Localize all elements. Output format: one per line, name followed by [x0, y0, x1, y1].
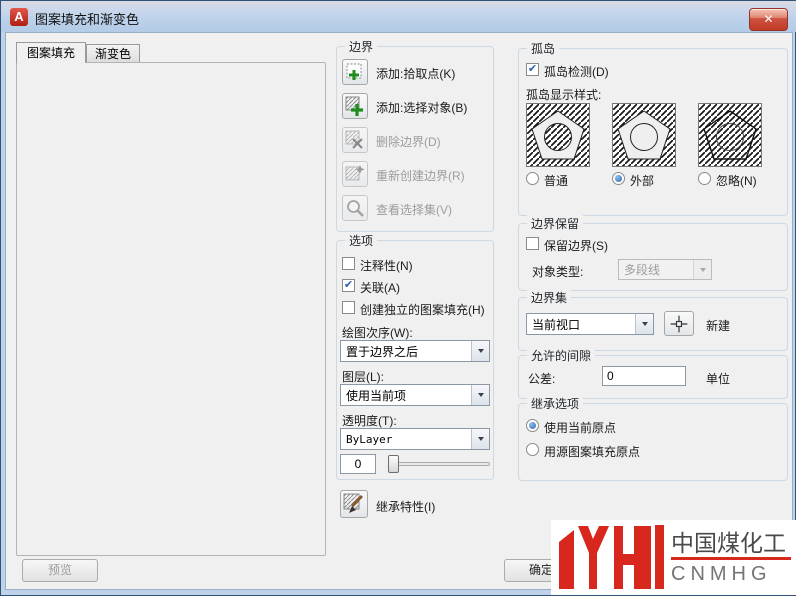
close-button[interactable]: ✕ — [749, 8, 788, 31]
select-objects-icon — [345, 96, 363, 116]
transparency-amount-input[interactable] — [340, 454, 376, 474]
island-style-ignore-image[interactable] — [698, 103, 762, 167]
group-options-legend: 选项 — [345, 232, 378, 249]
draw-order-value: 置于边界之后 — [346, 344, 419, 359]
transparency-label: 透明度(T): — [342, 414, 397, 428]
inherit-use-source-origin-radio[interactable] — [526, 443, 539, 456]
annotative-checkbox[interactable] — [342, 257, 355, 270]
chevron-down-icon — [471, 429, 489, 449]
group-inherit-options-legend: 继承选项 — [527, 395, 584, 412]
tab-gradient[interactable]: 渐变色 — [86, 44, 140, 63]
group-islands-legend: 孤岛 — [527, 40, 560, 57]
transparency-slider-thumb[interactable] — [388, 455, 399, 473]
add-select-objects-label: 添加:选择对象(B) — [376, 101, 468, 115]
new-boundary-set-button[interactable] — [664, 311, 694, 336]
dialog-client-area: 图案填充 渐变色 类型和图案 类型(Y): 预定义 图案(P): ANSI31 … — [5, 32, 793, 590]
island-style-normal-image[interactable] — [526, 103, 590, 167]
remove-boundaries-label: 删除边界(D) — [376, 135, 441, 149]
draw-order-label: 绘图次序(W): — [342, 326, 413, 340]
boundary-set-combobox[interactable]: 当前视口 — [526, 313, 654, 335]
group-boundaries-legend: 边界 — [345, 38, 378, 55]
annotative-label: 注释性(N) — [360, 259, 413, 273]
view-selections-label: 查看选择集(V) — [376, 203, 452, 217]
window-frame: A 图案填充和渐变色 ✕ 图案填充 渐变色 类型和图案 类型(Y): 预定义 图… — [0, 0, 796, 596]
tab-hatch[interactable]: 图案填充 — [16, 42, 86, 63]
separate-hatches-label: 创建独立的图案填充(H) — [360, 303, 485, 317]
recreate-boundary-button — [342, 161, 368, 187]
group-boundary-retention-legend: 边界保留 — [527, 215, 584, 232]
group-inherit-options: 继承选项 — [518, 395, 788, 481]
recreate-boundary-label: 重新创建边界(R) — [376, 169, 465, 183]
retain-boundaries-checkbox[interactable] — [526, 237, 539, 250]
inherit-properties-label: 继承特性(I) — [376, 500, 436, 514]
island-style-outer-image[interactable] — [612, 103, 676, 167]
watermark-brand-text: 中国煤化工 — [671, 530, 786, 556]
inherit-properties-icon — [343, 493, 364, 513]
watermark-sub-text: CNMHG — [671, 563, 772, 585]
title-bar: A 图案填充和渐变色 ✕ — [1, 1, 796, 32]
units-label: 单位 — [706, 372, 731, 386]
associative-checkbox[interactable]: ✔ — [342, 279, 355, 292]
remove-boundary-icon — [345, 130, 363, 149]
layer-combobox[interactable]: 使用当前项 — [340, 384, 490, 406]
magnifier-icon — [347, 200, 364, 217]
remove-boundaries-button — [342, 127, 368, 153]
island-outer-radio[interactable] — [612, 172, 625, 185]
draw-order-combobox[interactable]: 置于边界之后 — [340, 340, 490, 362]
inherit-use-source-origin-label: 用源图案填充原点 — [544, 445, 641, 459]
associative-label: 关联(A) — [360, 281, 400, 295]
inherit-use-current-origin-radio[interactable] — [526, 419, 539, 432]
object-type-label: 对象类型: — [532, 265, 584, 279]
boundary-set-value: 当前视口 — [532, 317, 581, 332]
island-detection-checkbox[interactable]: ✔ — [526, 63, 539, 76]
island-normal-label: 普通 — [544, 174, 569, 188]
island-ignore-label: 忽略(N) — [716, 174, 757, 188]
view-selections-button — [342, 195, 368, 221]
layer-label: 图层(L): — [342, 370, 385, 384]
tolerance-label: 公差: — [528, 372, 556, 386]
chevron-down-icon — [693, 260, 711, 279]
mh-logo-icon — [559, 526, 651, 589]
inherit-properties-button[interactable] — [340, 490, 368, 518]
group-gap-tolerance-legend: 允许的间隙 — [527, 347, 596, 364]
island-style-label: 孤岛显示样式: — [526, 88, 602, 102]
object-type-combobox: 多段线 — [618, 259, 712, 280]
window-title: 图案填充和渐变色 — [35, 12, 140, 27]
chevron-down-icon — [471, 385, 489, 405]
island-detection-label: 孤岛检测(D) — [544, 65, 609, 79]
hatch-gradient-dialog: A 图案填充和渐变色 ✕ 图案填充 渐变色 类型和图案 类型(Y): 预定义 图… — [0, 0, 796, 596]
chevron-down-icon — [471, 341, 489, 361]
add-pick-points-button[interactable] — [342, 59, 368, 85]
island-outer-label: 外部 — [630, 174, 655, 188]
add-pick-points-label: 添加:拾取点(K) — [376, 67, 456, 81]
watermark-underline — [671, 557, 791, 560]
island-normal-radio[interactable] — [526, 172, 539, 185]
watermark-logo: 中国煤化工 CNMHG — [551, 520, 796, 595]
new-boundary-set-label: 新建 — [706, 319, 731, 333]
transparency-combobox[interactable]: ByLayer — [340, 428, 490, 450]
new-boundary-set-icon — [670, 315, 688, 332]
pick-point-icon — [346, 63, 362, 80]
tab-page — [16, 62, 326, 556]
object-type-value: 多段线 — [624, 263, 661, 277]
group-boundary-retention: 边界保留 — [518, 215, 788, 291]
layer-value: 使用当前项 — [346, 388, 407, 403]
retain-boundaries-label: 保留边界(S) — [544, 239, 608, 253]
island-ignore-radio[interactable] — [698, 172, 711, 185]
chevron-down-icon — [635, 314, 653, 334]
inherit-use-current-origin-label: 使用当前原点 — [544, 421, 617, 435]
transparency-slider-track[interactable] — [388, 462, 490, 466]
autocad-app-icon: A — [10, 8, 28, 26]
group-boundary-set-legend: 边界集 — [527, 289, 572, 306]
tolerance-input[interactable] — [602, 366, 686, 386]
recreate-boundary-icon — [345, 165, 365, 181]
add-select-objects-button[interactable] — [342, 93, 368, 119]
transparency-value: ByLayer — [346, 432, 393, 446]
separate-hatches-checkbox[interactable] — [342, 301, 355, 314]
logo-divider — [655, 525, 664, 589]
preview-button: 预览 — [22, 559, 98, 582]
